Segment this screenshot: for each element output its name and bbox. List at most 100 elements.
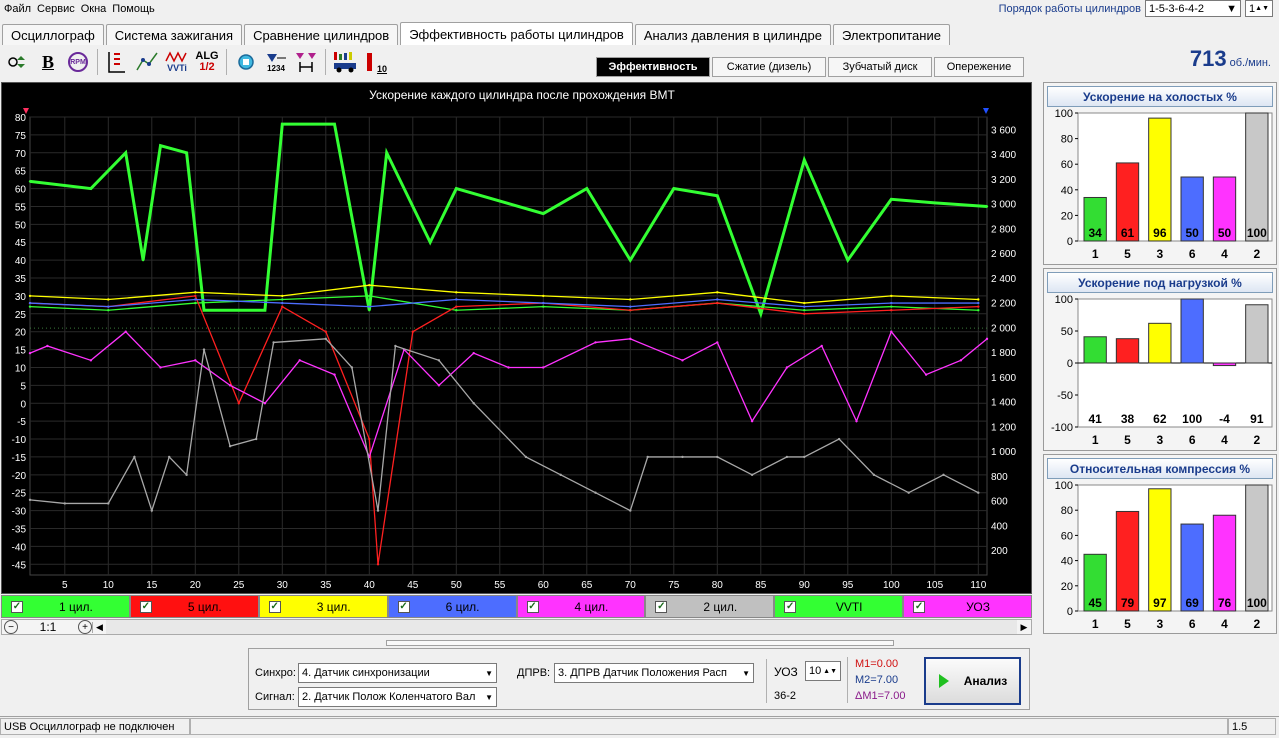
x-category-label: 5: [1124, 433, 1131, 447]
signal-select[interactable]: 2. Датчик Полож Коленчатого Вал ▼: [298, 687, 497, 707]
menu-windows[interactable]: Окна: [81, 3, 107, 15]
menu-file[interactable]: Файл: [4, 3, 31, 15]
series-point: [524, 455, 528, 459]
sync-select[interactable]: 4. Датчик синхронизации ▼: [298, 663, 497, 683]
y2-tick-label: 2 800: [991, 224, 1016, 235]
engine-icon[interactable]: [232, 48, 260, 76]
subtab-toothed-disk[interactable]: Зубчатый диск: [828, 57, 932, 77]
legend-item[interactable]: ✓ 5 цил.: [129, 595, 259, 618]
y2-tick-label: 2 000: [991, 323, 1016, 334]
checkbox[interactable]: ✓: [268, 600, 281, 613]
rpm-scale-icon[interactable]: [103, 48, 131, 76]
cylinder-order-icon[interactable]: 1234: [262, 48, 290, 76]
checkbox[interactable]: ✓: [397, 600, 410, 613]
x-tick-label: 45: [407, 580, 419, 591]
bold-icon[interactable]: B: [34, 48, 62, 76]
legend-item[interactable]: ✓ УОЗ: [903, 595, 1032, 618]
series-point: [750, 473, 754, 477]
checkbox[interactable]: ✓: [655, 600, 668, 613]
rpm-icon[interactable]: RPM: [64, 48, 92, 76]
checkbox[interactable]: ✓: [526, 600, 539, 613]
y-tick-label: 0: [1067, 236, 1073, 248]
dprv-select[interactable]: 3. ДПРВ Датчик Положения Расп ▼: [554, 663, 754, 683]
bar-value-label: 34: [1088, 226, 1102, 240]
legend-item[interactable]: ✓ 6 цил.: [387, 595, 517, 618]
cylinder-order-select[interactable]: 1-5-3-6-4-2 ▼: [1145, 0, 1241, 17]
y-tick-label: 35: [15, 274, 27, 285]
legend-item[interactable]: ✓ VVTI: [774, 595, 904, 618]
series-point: [542, 301, 545, 305]
bar: [1148, 488, 1172, 612]
tab-pressure-analysis[interactable]: Анализ давления в цилиндре: [634, 24, 831, 45]
tab-cylinder-efficiency[interactable]: Эффективность работы цилиндров: [400, 22, 633, 45]
marker-right-icon[interactable]: [983, 108, 989, 114]
main-chart[interactable]: Ускорение каждого цилиндра после прохожд…: [1, 82, 1032, 594]
series-point: [194, 359, 197, 362]
series-point: [185, 473, 188, 477]
toolbar: B RPM VVTi ALG 1/2 1234 10: [0, 46, 389, 78]
y-tick-label: 40: [1061, 185, 1073, 197]
markers-icon[interactable]: [292, 48, 320, 76]
cylinder-number-select[interactable]: 1 ▲▼: [1245, 0, 1273, 17]
series-point: [255, 437, 258, 441]
series-point: [385, 151, 388, 154]
splitter[interactable]: [386, 640, 894, 646]
chart-title: Ускорение каждого цилиндра после прохожд…: [369, 88, 675, 102]
scroll-right-icon[interactable]: ▶: [1017, 622, 1031, 633]
x-category-label: 6: [1189, 433, 1196, 447]
series-point: [629, 337, 632, 341]
legend-label: VVTI: [835, 599, 863, 614]
scroll-left-icon[interactable]: ◀: [92, 621, 106, 633]
uoz-stepper[interactable]: 10 ▲▼: [805, 661, 841, 681]
rpm-unit: об./мин.: [1229, 57, 1271, 69]
series-point: [559, 473, 562, 477]
y-tick-label: 30: [15, 292, 27, 303]
series-point: [185, 151, 188, 154]
x-tick-label: 75: [668, 580, 680, 591]
subtab-advance[interactable]: Опережение: [934, 57, 1024, 77]
y-tick-label: 45: [15, 238, 27, 249]
tab-oscilloscope[interactable]: Осциллограф: [2, 24, 104, 45]
y-tick-label: -5: [17, 417, 26, 428]
legend-item[interactable]: ✓ 1 цил.: [1, 595, 130, 618]
x-category-label: 4: [1221, 247, 1228, 261]
subtab-compression[interactable]: Сжатие (дизель): [712, 57, 826, 77]
zoom-out-icon[interactable]: −: [4, 620, 18, 634]
x-category-label: 2: [1253, 247, 1260, 261]
series-point: [716, 341, 719, 344]
tab-power-supply[interactable]: Электропитание: [832, 24, 950, 45]
status-version: 1.5: [1228, 718, 1276, 735]
series-point: [846, 258, 849, 262]
menu-help[interactable]: Помощь: [112, 3, 155, 15]
load-acceleration-chart: 100 50 0 -50 -100 41 1 38 5 62 3 100 6 -4 4 91 2: [1051, 294, 1273, 447]
analyze-button[interactable]: Анализ: [924, 657, 1021, 705]
series-point: [376, 509, 380, 512]
zoom-in-icon[interactable]: +: [78, 620, 92, 634]
scale-icon[interactable]: [4, 48, 32, 76]
horizontal-scrollbar[interactable]: [106, 620, 1017, 634]
bar-value-label: 91: [1250, 412, 1264, 426]
relative-compression-chart: 100 80 60 40 20 0 45 1 79 5 97 3 69 6 76 4 100 2: [1055, 480, 1273, 631]
bars-icon[interactable]: [331, 48, 359, 76]
menu-service[interactable]: Сервис: [37, 3, 75, 15]
tab-ignition[interactable]: Система зажигания: [105, 24, 243, 45]
checkbox[interactable]: ✓: [11, 600, 23, 613]
tab-cylinder-compare[interactable]: Сравнение цилиндров: [244, 24, 399, 45]
legend-item[interactable]: ✓ 4 цил.: [516, 595, 646, 618]
legend-item[interactable]: ✓ 3 цил.: [258, 595, 388, 618]
y-tick-label: -100: [1051, 422, 1073, 434]
points-icon[interactable]: [133, 48, 161, 76]
level-icon[interactable]: 10: [361, 48, 389, 76]
legend-item[interactable]: ✓ 2 цил.: [645, 595, 775, 618]
checkbox[interactable]: ✓: [139, 600, 152, 613]
checkbox[interactable]: ✓: [784, 600, 797, 613]
checkbox[interactable]: ✓: [913, 600, 926, 613]
y2-tick-label: 3 400: [991, 150, 1016, 161]
vvti-icon[interactable]: VVTi: [163, 48, 191, 76]
algorithm-icon[interactable]: ALG 1/2: [193, 48, 221, 76]
series-point: [411, 330, 414, 333]
y-tick-label: 50: [15, 220, 27, 231]
series-point: [472, 351, 475, 355]
subtab-efficiency[interactable]: Эффективность: [596, 57, 710, 77]
series-point: [803, 305, 806, 308]
